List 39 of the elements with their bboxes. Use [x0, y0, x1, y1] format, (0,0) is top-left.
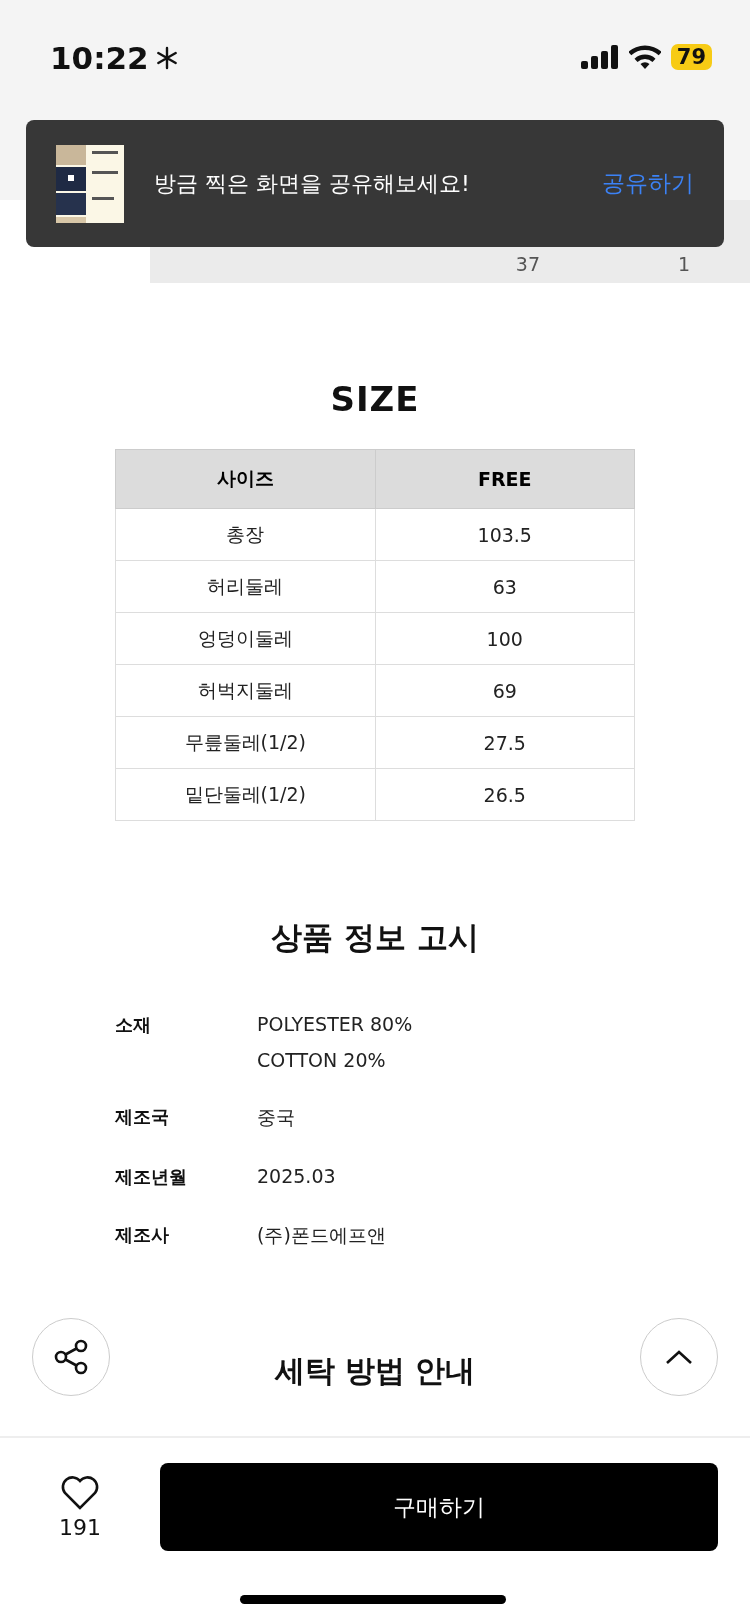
info-value: 중국	[257, 1105, 296, 1130]
size-title: SIZE	[329, 379, 421, 419]
care-title: 세탁 방법 안내	[274, 1351, 476, 1390]
table-header: FREE	[375, 449, 635, 509]
table-cell: 103.5	[375, 508, 635, 561]
info-value: COTTON 20%	[257, 1049, 387, 1071]
signal-icon	[580, 45, 619, 69]
info-value: (주)폰드에프앤	[257, 1223, 387, 1248]
info-label: 제조국	[115, 1105, 170, 1129]
buy-button[interactable]: 구매하기	[160, 1463, 718, 1551]
battery-indicator: 79	[670, 44, 712, 70]
info-value: 2025.03	[257, 1165, 337, 1187]
table-cell: 63	[375, 560, 635, 613]
toast-message: 방금 찍은 화면을 공유해보세요!	[154, 169, 471, 198]
tab-count: 37	[514, 253, 540, 275]
info-title: 상품 정보 고시	[270, 918, 480, 957]
info-value: POLYESTER 80%	[257, 1013, 414, 1035]
snowflake-icon	[154, 46, 179, 70]
table-cell: 69	[375, 664, 635, 717]
tab-count: 1	[676, 253, 690, 275]
info-label: 제조사	[115, 1223, 170, 1247]
wifi-icon	[628, 45, 661, 69]
heart-icon[interactable]	[60, 1474, 100, 1511]
chevron-up-icon	[665, 1349, 693, 1365]
table-cell: 허리둘레	[115, 560, 375, 613]
like-count: 191	[59, 1514, 101, 1540]
table-cell: 무릎둘레(1/2)	[115, 716, 375, 769]
info-label: 소재	[115, 1013, 152, 1037]
table-header: 사이즈	[115, 449, 375, 509]
share-icon	[52, 1338, 90, 1376]
table-cell: 총장	[115, 508, 375, 561]
status-time: 10:22	[50, 40, 179, 76]
table-cell: 100	[375, 612, 635, 665]
table-cell: 27.5	[375, 716, 635, 769]
table-cell: 밑단둘레(1/2)	[115, 768, 375, 821]
table-cell: 26.5	[375, 768, 635, 821]
table-cell: 허벅지둘레	[115, 664, 375, 717]
table-cell: 엉덩이둘레	[115, 612, 375, 665]
info-label: 제조년월	[115, 1165, 188, 1189]
